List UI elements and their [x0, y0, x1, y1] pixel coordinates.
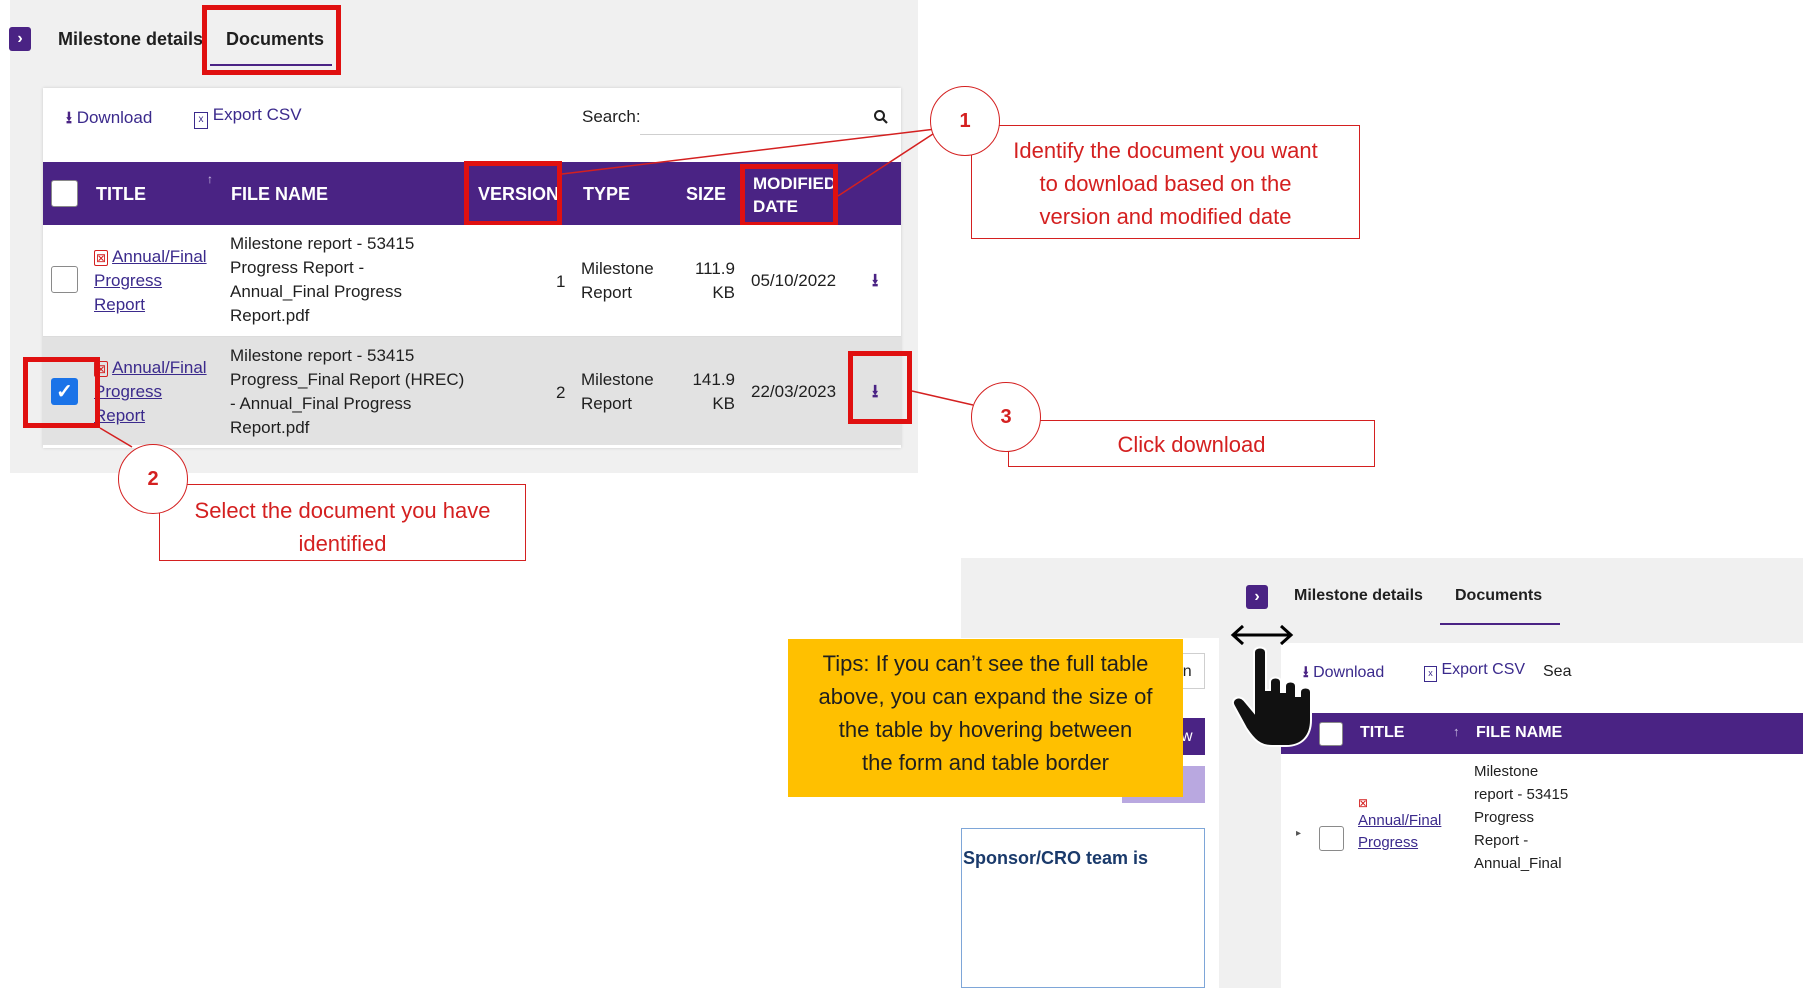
callout-3-number: 3: [971, 382, 1041, 452]
inset-file-line2: report - 53415: [1474, 786, 1569, 803]
inset-tab-underline: [1440, 623, 1560, 625]
csv-file-icon: x: [1424, 666, 1437, 682]
inset-column-header-title[interactable]: TITLE: [1360, 724, 1404, 742]
inset-file-line4: Report -: [1474, 832, 1529, 849]
inset-row-checkbox[interactable]: [1319, 826, 1344, 851]
tips-line4: the form and table border: [861, 750, 1110, 775]
callout-1-text: Identify the document you want to downlo…: [971, 134, 1360, 233]
callout-1-line3: version and modified date: [1039, 204, 1292, 229]
inset-column-header-file-name[interactable]: FILE NAME: [1476, 724, 1562, 742]
tips-line2: above, you can expand the size of: [818, 684, 1153, 709]
inset-row-expander-icon[interactable]: ▸: [1296, 828, 1301, 839]
inset-tab-documents[interactable]: Documents: [1455, 587, 1542, 605]
callout-1-line2: to download based on the: [1039, 171, 1292, 196]
inset-search-label: Sea: [1543, 663, 1572, 680]
callout-2-text: Select the document you have identified: [159, 494, 526, 560]
pdf-icon: ⊠: [1358, 796, 1369, 810]
resize-arrows-icon: [1230, 624, 1294, 646]
inset-file-line5: Annual_Final: [1474, 855, 1562, 872]
callout-2-line2: identified: [298, 531, 387, 556]
inset-download-label: Download: [1313, 664, 1385, 681]
tips-line3: the table by hovering between: [838, 717, 1133, 742]
callout-3-text: Click download: [1117, 432, 1266, 457]
inset-form-notice-text: Sponsor/CRO team is: [963, 848, 1149, 868]
inset-file-line3: Progress: [1474, 809, 1535, 826]
inset-expand-sidebar-button[interactable]: ›: [1246, 585, 1268, 609]
inset-export-csv-button[interactable]: x Export CSV: [1424, 661, 1525, 682]
hand-pointer-icon: [1232, 646, 1312, 747]
inset-title-line1: Annual/Final: [1358, 812, 1442, 829]
callout-1-line1: Identify the document you want: [1013, 138, 1318, 163]
inset-file-line1: Milestone: [1474, 763, 1539, 780]
inset-title-line2: Progress: [1358, 834, 1419, 851]
callout-2-line1: Select the document you have: [194, 498, 491, 523]
inset-sort-arrow-icon: ↑: [1453, 724, 1460, 739]
callout-1-number: 1: [930, 86, 1000, 156]
tips-box: Tips: If you can’t see the full table ab…: [788, 639, 1183, 797]
inset-file-name-cell: Milestone report - 53415 Progress Report…: [1474, 760, 1568, 875]
chevron-right-icon: ›: [1254, 588, 1260, 605]
tips-line1: Tips: If you can’t see the full table: [822, 651, 1149, 676]
inset-document-title-link[interactable]: ⊠ Annual/Final Progress: [1358, 796, 1468, 854]
inset-select-all-checkbox[interactable]: [1319, 722, 1343, 746]
callout-2-number: 2: [118, 444, 188, 514]
inset-tab-milestone-details[interactable]: Milestone details: [1294, 587, 1423, 605]
inset-export-csv-label: Export CSV: [1441, 661, 1526, 678]
